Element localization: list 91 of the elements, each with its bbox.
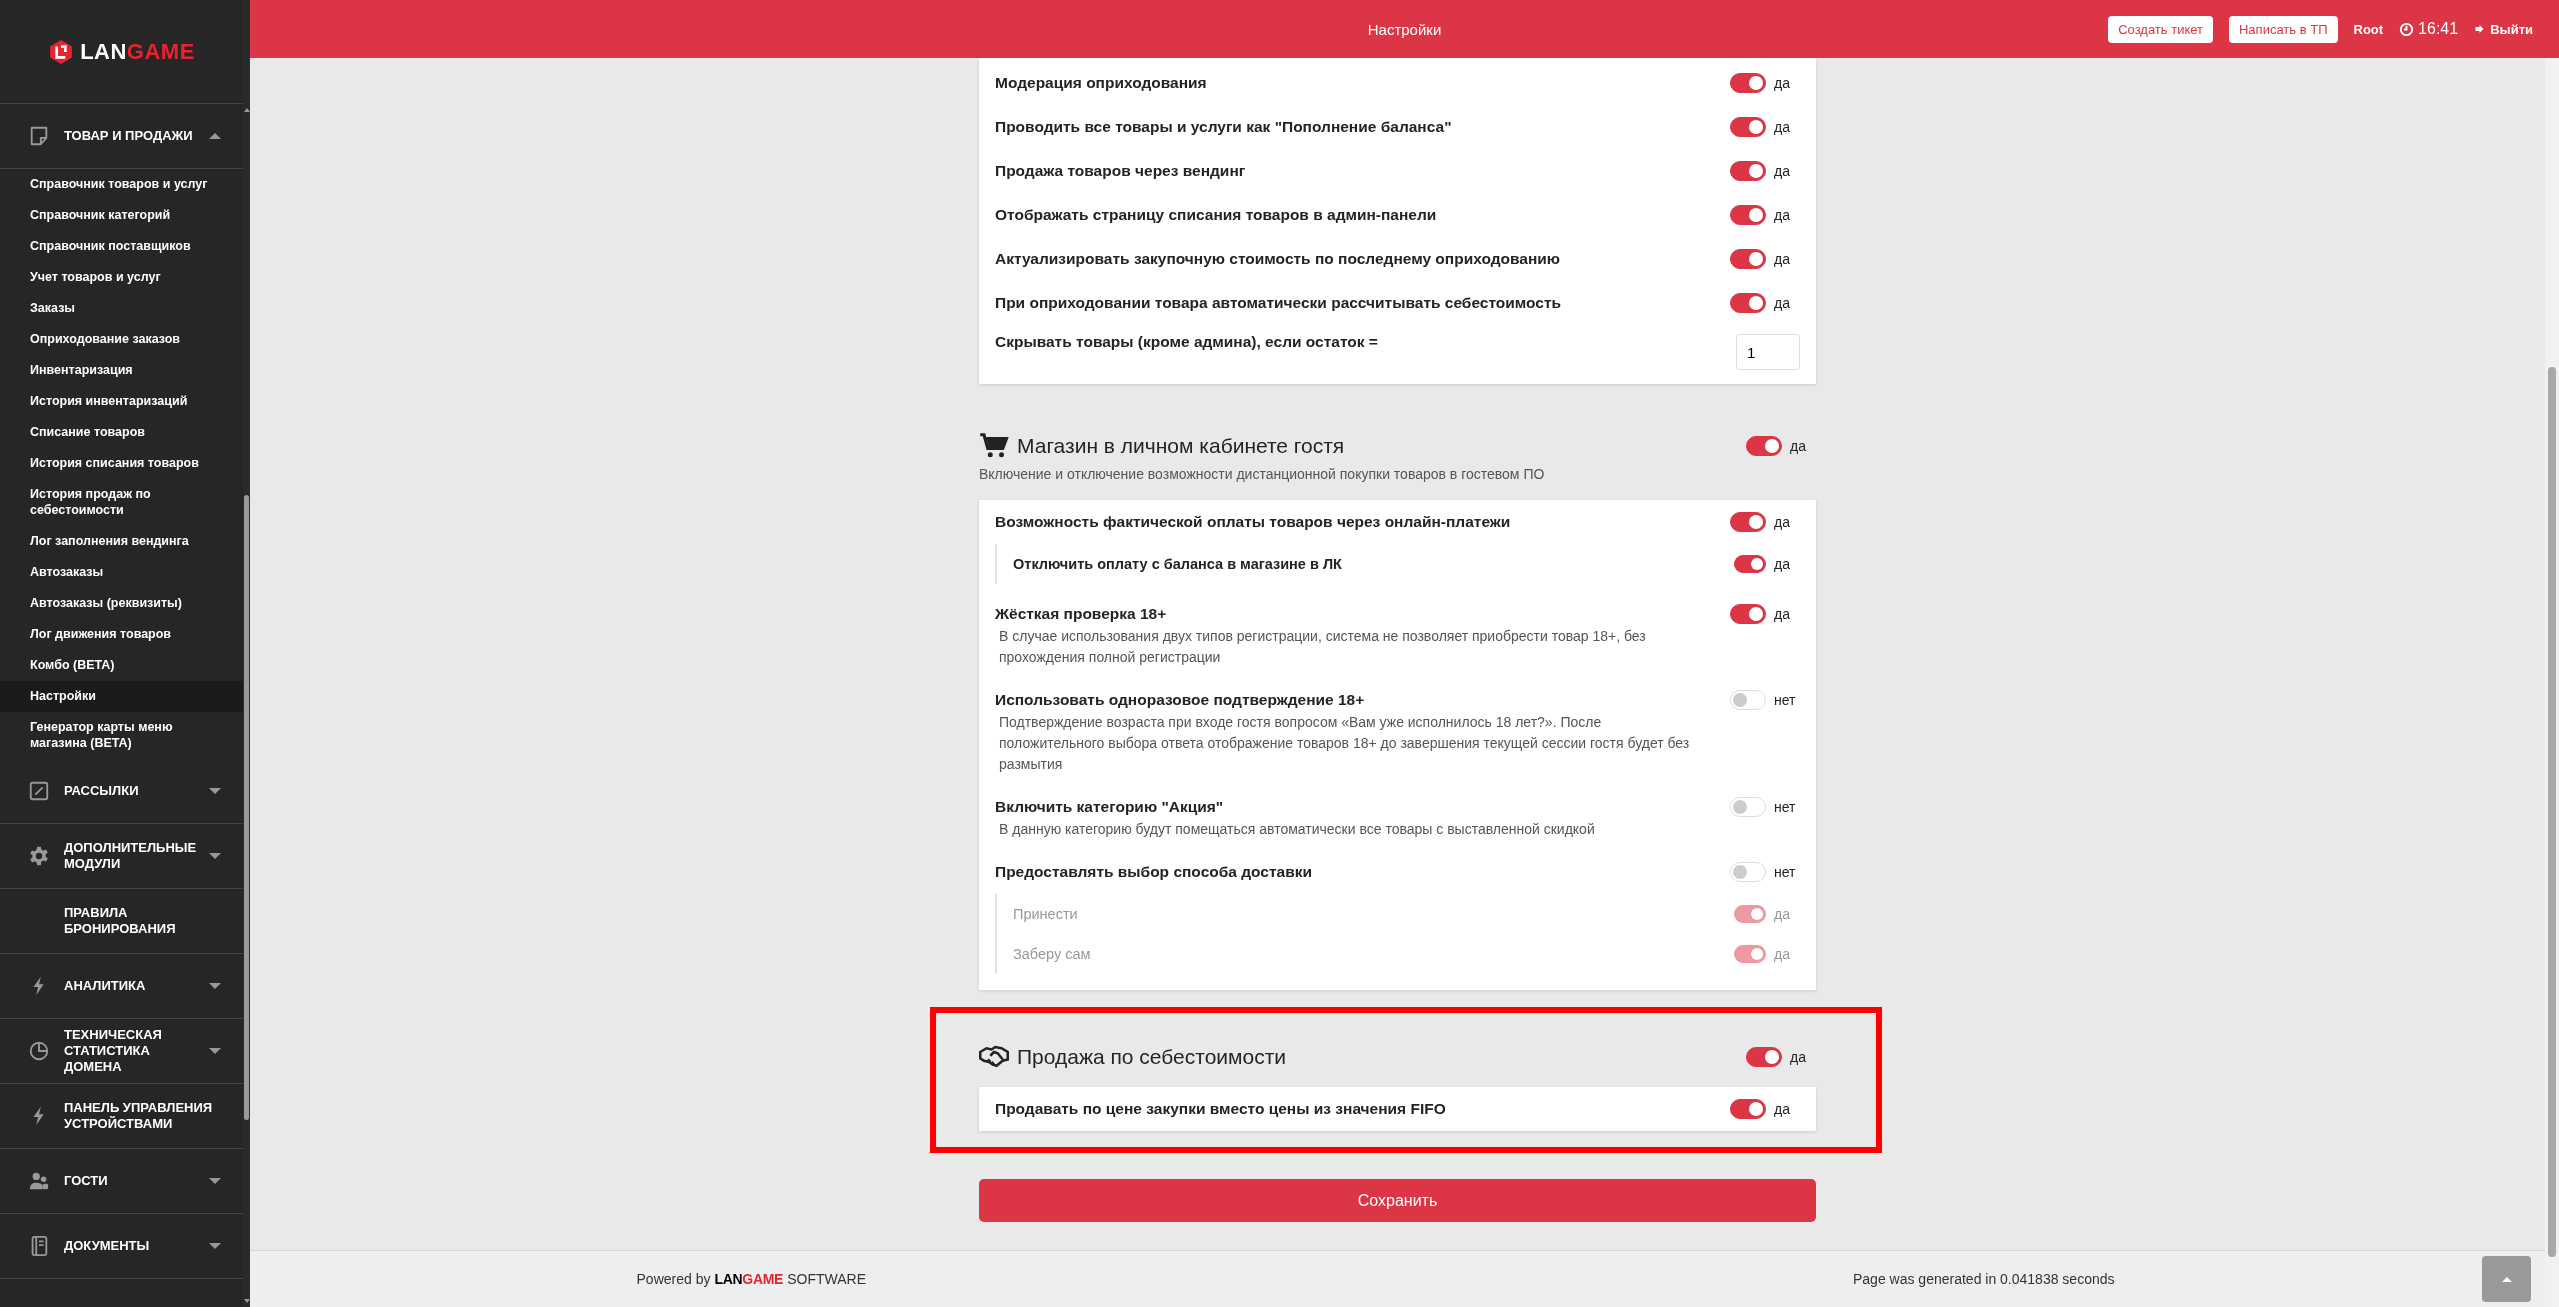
setting-label: Заберу сам — [1013, 945, 1092, 964]
toggle-state-label: да — [1774, 207, 1791, 223]
logout-link[interactable]: Выйти — [2490, 21, 2533, 37]
sidebar-item[interactable]: Генератор карты меню магазина (BETA) — [0, 712, 243, 759]
save-button[interactable]: Сохранить — [979, 1179, 1816, 1222]
toggle-switch[interactable] — [1730, 73, 1766, 93]
setting-label: Актуализировать закупочную стоимость по последнему оприходованию — [995, 249, 1562, 269]
section-title: Продажа по себестоимости — [1017, 1045, 1288, 1069]
toggle-switch[interactable] — [1730, 293, 1766, 313]
scrollbar[interactable] — [2545, 58, 2559, 1307]
generation-time: Page was generated in 0.041838 seconds — [1853, 1271, 2115, 1287]
header-button[interactable]: Написать в ТП — [2229, 15, 2338, 43]
clock-icon — [2399, 21, 2415, 37]
toggle-switch[interactable] — [1746, 1047, 1782, 1067]
sidebar-item[interactable]: Автозаказы — [0, 557, 243, 588]
pie-chart-icon — [28, 1040, 50, 1062]
sidebar-item[interactable]: Лог заполнения вендинга — [0, 526, 243, 557]
setting-label: Возможность фактической оплаты товаров через онлайн-платежи — [995, 512, 1512, 532]
page-title: Настройки — [1367, 20, 1442, 38]
toggle-switch[interactable] — [1734, 555, 1766, 573]
toggle-state-label: да — [1774, 163, 1791, 179]
logo-text: LANGAME — [80, 38, 195, 65]
edit-icon — [28, 780, 50, 802]
caret-icon — [2501, 1276, 2512, 1282]
gear-icon — [28, 845, 50, 867]
sidebar-item[interactable]: Комбо (BETA) — [0, 650, 243, 681]
footer-logo: LANGAME — [714, 1271, 784, 1287]
setting-label: Использовать одноразовое подтверждение 18+ — [995, 690, 1366, 710]
setting-label: Принести — [1013, 905, 1079, 924]
sidebar-item[interactable]: Инвентаризация — [0, 355, 243, 386]
sidebar-item[interactable]: История списания товаров — [0, 448, 243, 479]
toggle-state-label: да — [1774, 946, 1791, 962]
toggle-switch[interactable] — [1730, 117, 1766, 137]
sidebar-item[interactable]: Списание товаров — [0, 417, 243, 448]
toggle-switch[interactable] — [1730, 205, 1766, 225]
clock-time: 16:41 — [2418, 20, 2459, 38]
setting-description: Подтверждение возраста при входе гостя вопросом «Вам уже исполнилось 18 лет?». После положительного выбора ответа отображение товаров 18+ до завершения текущей сессии гостя будет без размытия — [998, 713, 1691, 774]
user-name: Root — [2353, 21, 2384, 37]
toggle-state-label: да — [1774, 606, 1791, 622]
toggle-state-label: да — [1790, 1049, 1807, 1065]
toggle-state-label: да — [1774, 1101, 1791, 1117]
sidebar-item[interactable]: Настройки — [0, 681, 243, 712]
toggle-state-label: нет — [1774, 864, 1797, 880]
footer-text: SOFTWARE — [787, 1271, 866, 1287]
sidebar-item[interactable]: История продаж по себестоимости — [0, 479, 243, 526]
toggle-state-label: да — [1774, 514, 1791, 530]
toggle-state-label: да — [1774, 119, 1791, 135]
toggle-switch[interactable] — [1730, 512, 1766, 532]
toggle-state-label: нет — [1774, 799, 1797, 815]
sidebar-item[interactable]: Заказы — [0, 293, 243, 324]
toggle-state-label: нет — [1774, 692, 1797, 708]
logo-icon — [48, 38, 75, 65]
sidebar-item[interactable]: Автозаказы (реквизиты) — [0, 588, 243, 619]
setting-description: В случае использования двух типов регистрации, система не позволяет приобрести товар 18+, без прохождения полной регистрации — [998, 627, 1647, 667]
sidebar-item[interactable]: Лог движения товаров — [0, 619, 243, 650]
setting-label: Проводить все товары и услуги как "Пополнение баланса" — [995, 117, 1453, 137]
toggle-state-label: да — [1774, 75, 1791, 91]
header-button[interactable]: Создать тикет — [2108, 15, 2213, 43]
setting-label: Отображать страницу списания товаров в админ-панели — [995, 205, 1438, 225]
setting-label: Скрывать товары (кроме админа), если остаток = — [995, 332, 1379, 352]
toggle-switch[interactable] — [1730, 161, 1766, 181]
sidebar-item[interactable]: Учет товаров и услуг — [0, 262, 243, 293]
setting-label: Жёсткая проверка 18+ — [995, 604, 1168, 624]
setting-label: Продажа товаров через вендинг — [995, 161, 1247, 181]
setting-label: Продавать по цене закупки вместо цены из значения FIFO — [995, 1099, 1447, 1119]
setting-description: В данную категорию будут помещаться автоматически все товары с выставленной скидкой — [998, 820, 1596, 839]
toggle-switch[interactable] — [1730, 1099, 1766, 1119]
setting-label: Включить категорию "Акция" — [995, 797, 1225, 817]
sidebar-item[interactable]: Справочник поставщиков — [0, 231, 243, 262]
toggle-switch[interactable] — [1730, 249, 1766, 269]
note-icon — [28, 125, 50, 147]
number-field[interactable]: 1 — [1736, 334, 1800, 370]
toggle-switch[interactable] — [1746, 436, 1782, 456]
toggle-state-label: да — [1790, 438, 1807, 454]
footer-text: Powered by — [636, 1271, 711, 1287]
setting-label: Предоставлять выбор способа доставки — [995, 862, 1313, 882]
toggle-state-label: да — [1774, 295, 1791, 311]
setting-label: Модерация оприходования — [995, 73, 1208, 93]
sidebar-item[interactable]: Справочник товаров и услуг — [0, 169, 243, 200]
users-icon — [28, 1170, 50, 1192]
toggle-state-label: да — [1774, 556, 1791, 572]
toggle-state-label: да — [1774, 251, 1791, 267]
sidebar-item[interactable]: История инвентаризаций — [0, 386, 243, 417]
toggle-state-label: да — [1774, 906, 1791, 922]
sidebar-item[interactable]: Оприходование заказов — [0, 324, 243, 355]
sidebar-item[interactable]: Справочник категорий — [0, 200, 243, 231]
toggle-switch[interactable] — [1730, 604, 1766, 624]
setting-label: При оприходовании товара автоматически рассчитывать себестоимость — [995, 293, 1563, 313]
section-description: Включение и отключение возможности дистанционной покупки товаров в гостевом ПО — [979, 465, 1546, 484]
setting-label: Отключить оплату с баланса в магазине в ЛК — [1013, 555, 1343, 574]
section-title: Магазин в личном кабинете гостя — [1017, 434, 1346, 458]
